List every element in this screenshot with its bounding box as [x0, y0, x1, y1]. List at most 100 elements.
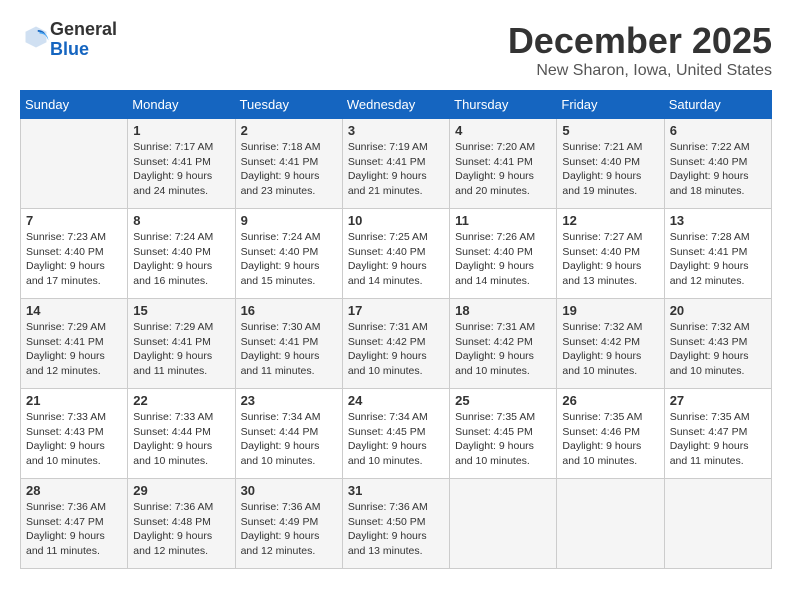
day-info: Sunrise: 7:17 AMSunset: 4:41 PMDaylight:… [133, 140, 229, 199]
calendar-week-row: 7 Sunrise: 7:23 AMSunset: 4:40 PMDaylight… [21, 209, 772, 299]
logo-icon [22, 23, 50, 51]
day-number: 24 [348, 393, 444, 408]
day-number: 9 [241, 213, 337, 228]
day-info: Sunrise: 7:35 AMSunset: 4:46 PMDaylight:… [562, 410, 658, 469]
day-info: Sunrise: 7:29 AMSunset: 4:41 PMDaylight:… [26, 320, 122, 379]
calendar-cell: 14 Sunrise: 7:29 AMSunset: 4:41 PMDayligh… [21, 299, 128, 389]
day-number: 30 [241, 483, 337, 498]
day-number: 29 [133, 483, 229, 498]
weekday-row: SundayMondayTuesdayWednesdayThursdayFrid… [21, 91, 772, 119]
day-info: Sunrise: 7:31 AMSunset: 4:42 PMDaylight:… [455, 320, 551, 379]
title-block: December 2025 New Sharon, Iowa, United S… [508, 20, 772, 80]
day-info: Sunrise: 7:27 AMSunset: 4:40 PMDaylight:… [562, 230, 658, 289]
day-number: 2 [241, 123, 337, 138]
logo: General Blue [20, 20, 117, 60]
day-info: Sunrise: 7:18 AMSunset: 4:41 PMDaylight:… [241, 140, 337, 199]
calendar-cell: 23 Sunrise: 7:34 AMSunset: 4:44 PMDayligh… [235, 389, 342, 479]
day-info: Sunrise: 7:26 AMSunset: 4:40 PMDaylight:… [455, 230, 551, 289]
day-info: Sunrise: 7:36 AMSunset: 4:47 PMDaylight:… [26, 500, 122, 559]
day-number: 11 [455, 213, 551, 228]
day-info: Sunrise: 7:32 AMSunset: 4:43 PMDaylight:… [670, 320, 766, 379]
day-info: Sunrise: 7:36 AMSunset: 4:50 PMDaylight:… [348, 500, 444, 559]
month-title: December 2025 [508, 20, 772, 62]
day-info: Sunrise: 7:34 AMSunset: 4:44 PMDaylight:… [241, 410, 337, 469]
logo-text: General Blue [50, 20, 117, 60]
day-info: Sunrise: 7:19 AMSunset: 4:41 PMDaylight:… [348, 140, 444, 199]
calendar-header: SundayMondayTuesdayWednesdayThursdayFrid… [21, 91, 772, 119]
calendar-cell: 4 Sunrise: 7:20 AMSunset: 4:41 PMDaylight… [450, 119, 557, 209]
day-info: Sunrise: 7:35 AMSunset: 4:47 PMDaylight:… [670, 410, 766, 469]
day-info: Sunrise: 7:23 AMSunset: 4:40 PMDaylight:… [26, 230, 122, 289]
calendar-cell: 7 Sunrise: 7:23 AMSunset: 4:40 PMDaylight… [21, 209, 128, 299]
day-number: 6 [670, 123, 766, 138]
calendar-cell: 5 Sunrise: 7:21 AMSunset: 4:40 PMDaylight… [557, 119, 664, 209]
calendar-cell: 12 Sunrise: 7:27 AMSunset: 4:40 PMDayligh… [557, 209, 664, 299]
calendar-cell [664, 479, 771, 569]
day-number: 27 [670, 393, 766, 408]
day-number: 5 [562, 123, 658, 138]
calendar-cell: 20 Sunrise: 7:32 AMSunset: 4:43 PMDayligh… [664, 299, 771, 389]
calendar-cell: 18Sunrise: 7:31 AMSunset: 4:42 PMDayligh… [450, 299, 557, 389]
calendar-cell: 9 Sunrise: 7:24 AMSunset: 4:40 PMDaylight… [235, 209, 342, 299]
day-number: 25 [455, 393, 551, 408]
page-header: General Blue December 2025 New Sharon, I… [20, 20, 772, 80]
day-info: Sunrise: 7:32 AMSunset: 4:42 PMDaylight:… [562, 320, 658, 379]
day-number: 23 [241, 393, 337, 408]
calendar-cell: 17 Sunrise: 7:31 AMSunset: 4:42 PMDayligh… [342, 299, 449, 389]
calendar-cell: 11 Sunrise: 7:26 AMSunset: 4:40 PMDayligh… [450, 209, 557, 299]
day-number: 15 [133, 303, 229, 318]
calendar-cell: 30 Sunrise: 7:36 AMSunset: 4:49 PMDayligh… [235, 479, 342, 569]
weekday-header: Wednesday [342, 91, 449, 119]
calendar-cell: 1 Sunrise: 7:17 AMSunset: 4:41 PMDaylight… [128, 119, 235, 209]
calendar-cell: 3Sunrise: 7:19 AMSunset: 4:41 PMDaylight… [342, 119, 449, 209]
day-info: Sunrise: 7:24 AMSunset: 4:40 PMDaylight:… [133, 230, 229, 289]
calendar-cell: 13Sunrise: 7:28 AMSunset: 4:41 PMDayligh… [664, 209, 771, 299]
day-info: Sunrise: 7:24 AMSunset: 4:40 PMDaylight:… [241, 230, 337, 289]
day-number: 22 [133, 393, 229, 408]
location: New Sharon, Iowa, United States [508, 62, 772, 80]
calendar-cell: 19Sunrise: 7:32 AMSunset: 4:42 PMDayligh… [557, 299, 664, 389]
day-number: 12 [562, 213, 658, 228]
calendar-week-row: 14 Sunrise: 7:29 AMSunset: 4:41 PMDayligh… [21, 299, 772, 389]
day-number: 1 [133, 123, 229, 138]
calendar-body: 1 Sunrise: 7:17 AMSunset: 4:41 PMDaylight… [21, 119, 772, 569]
day-info: Sunrise: 7:31 AMSunset: 4:42 PMDaylight:… [348, 320, 444, 379]
day-number: 14 [26, 303, 122, 318]
day-info: Sunrise: 7:28 AMSunset: 4:41 PMDaylight:… [670, 230, 766, 289]
calendar-cell: 26 Sunrise: 7:35 AMSunset: 4:46 PMDayligh… [557, 389, 664, 479]
day-number: 4 [455, 123, 551, 138]
weekday-header: Friday [557, 91, 664, 119]
day-info: Sunrise: 7:21 AMSunset: 4:40 PMDaylight:… [562, 140, 658, 199]
day-number: 8 [133, 213, 229, 228]
day-info: Sunrise: 7:36 AMSunset: 4:49 PMDaylight:… [241, 500, 337, 559]
day-number: 21 [26, 393, 122, 408]
day-info: Sunrise: 7:30 AMSunset: 4:41 PMDaylight:… [241, 320, 337, 379]
day-info: Sunrise: 7:33 AMSunset: 4:43 PMDaylight:… [26, 410, 122, 469]
day-number: 7 [26, 213, 122, 228]
calendar-cell: 25Sunrise: 7:35 AMSunset: 4:45 PMDayligh… [450, 389, 557, 479]
calendar-cell: 2 Sunrise: 7:18 AMSunset: 4:41 PMDaylight… [235, 119, 342, 209]
calendar-cell: 21 Sunrise: 7:33 AMSunset: 4:43 PMDayligh… [21, 389, 128, 479]
day-number: 28 [26, 483, 122, 498]
day-info: Sunrise: 7:29 AMSunset: 4:41 PMDaylight:… [133, 320, 229, 379]
day-info: Sunrise: 7:22 AMSunset: 4:40 PMDaylight:… [670, 140, 766, 199]
weekday-header: Saturday [664, 91, 771, 119]
day-number: 31 [348, 483, 444, 498]
day-info: Sunrise: 7:25 AMSunset: 4:40 PMDaylight:… [348, 230, 444, 289]
day-info: Sunrise: 7:20 AMSunset: 4:41 PMDaylight:… [455, 140, 551, 199]
weekday-header: Thursday [450, 91, 557, 119]
day-number: 20 [670, 303, 766, 318]
calendar-cell [450, 479, 557, 569]
day-number: 17 [348, 303, 444, 318]
calendar-cell [557, 479, 664, 569]
weekday-header: Sunday [21, 91, 128, 119]
calendar-cell: 8 Sunrise: 7:24 AMSunset: 4:40 PMDaylight… [128, 209, 235, 299]
calendar-cell: 28 Sunrise: 7:36 AMSunset: 4:47 PMDayligh… [21, 479, 128, 569]
calendar-cell [21, 119, 128, 209]
day-number: 16 [241, 303, 337, 318]
calendar-cell: 6 Sunrise: 7:22 AMSunset: 4:40 PMDaylight… [664, 119, 771, 209]
day-info: Sunrise: 7:33 AMSunset: 4:44 PMDaylight:… [133, 410, 229, 469]
calendar-week-row: 28 Sunrise: 7:36 AMSunset: 4:47 PMDayligh… [21, 479, 772, 569]
calendar-cell: 16 Sunrise: 7:30 AMSunset: 4:41 PMDayligh… [235, 299, 342, 389]
day-number: 26 [562, 393, 658, 408]
